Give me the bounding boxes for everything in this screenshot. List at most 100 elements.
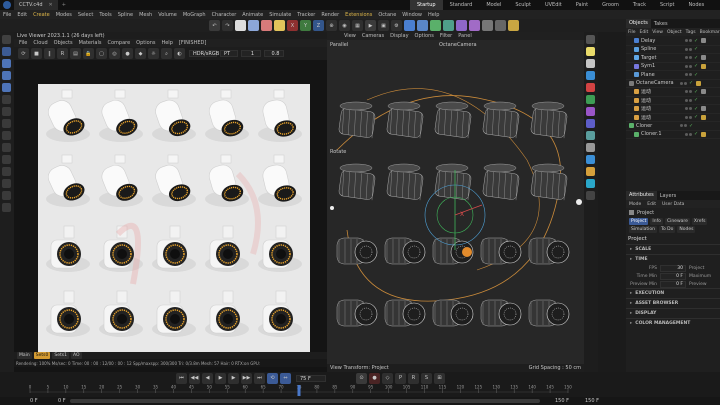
cube-icon[interactable]	[404, 20, 415, 31]
zoom-icon[interactable]: ⌕	[161, 48, 172, 59]
next-frame-icon[interactable]: ▶	[228, 372, 239, 384]
attributes-menu-item-2[interactable]: User Data	[659, 202, 687, 207]
timeline-ruler[interactable]: 0510152025303540455055606570758085909510…	[0, 384, 720, 397]
render-toggle-icon[interactable]	[689, 132, 692, 136]
coordinate-system-icon[interactable]: ⊕	[326, 20, 337, 31]
key-position-icon[interactable]: P	[395, 372, 406, 384]
range-start2-field[interactable]: 0 F	[58, 398, 66, 404]
render-toggle-icon[interactable]	[689, 90, 692, 94]
object-tag-icon[interactable]	[701, 89, 707, 95]
object-row[interactable]: 运动 ✓	[626, 105, 720, 114]
object-tag-icon[interactable]	[701, 106, 707, 112]
lv-menu-item-7[interactable]: [FINISHED]	[176, 40, 209, 46]
menu-item-17[interactable]: Window	[399, 12, 425, 18]
menu-item-9[interactable]: MoGraph	[180, 12, 209, 18]
object-row[interactable]: OctaneCamera ✓	[626, 80, 720, 88]
axis-x-icon[interactable]: X	[287, 20, 298, 31]
objects-menu-item-4[interactable]: Tags	[684, 30, 698, 35]
octane-tag-icon[interactable]	[586, 95, 595, 104]
render-toggle-icon[interactable]	[689, 47, 692, 51]
object-tag-icon[interactable]	[701, 131, 707, 137]
enabled-check-icon[interactable]: ✓	[694, 55, 698, 61]
object-tag-icon[interactable]	[701, 63, 707, 69]
lv-menu-item-4[interactable]: Compare	[104, 40, 133, 46]
value-field-1[interactable]: 1	[241, 50, 261, 57]
octane-camera-icon[interactable]	[586, 83, 595, 92]
viewport-canvas[interactable]: X	[327, 40, 584, 364]
menu-item-15[interactable]: Extensions	[342, 12, 375, 18]
value-field-2[interactable]: 0.8	[264, 50, 284, 57]
range-slider[interactable]	[70, 399, 540, 403]
render-pass-tab-3[interactable]: AO	[70, 352, 82, 359]
octane-vdb-icon[interactable]	[586, 119, 595, 128]
field-icon[interactable]	[456, 20, 467, 31]
render-toggle-icon[interactable]	[684, 124, 687, 128]
visibility-toggle-icon[interactable]	[680, 124, 683, 128]
camera-icon[interactable]	[495, 20, 506, 31]
visibility-toggle-icon[interactable]	[680, 81, 683, 85]
object-tag-icon[interactable]	[701, 38, 707, 44]
subdivision-icon[interactable]	[430, 20, 441, 31]
scale-tool-icon[interactable]	[2, 71, 11, 80]
objects-menu-item-0[interactable]: File	[626, 30, 638, 35]
clay-mode-icon[interactable]: ◐	[174, 48, 185, 59]
objects-menu-item-5[interactable]: Bookmarks	[698, 30, 720, 35]
visibility-toggle-icon[interactable]	[685, 64, 688, 68]
octane-material-icon[interactable]	[586, 47, 595, 56]
menu-item-4[interactable]: Select	[75, 12, 96, 18]
key-param-icon[interactable]: ⊞	[434, 372, 445, 384]
render-toggle-icon[interactable]	[689, 56, 692, 60]
object-row[interactable]: Cloner ✓	[626, 122, 720, 131]
objects-menu-item-2[interactable]: View	[650, 30, 665, 35]
current-frame-field[interactable]: 75 F	[296, 374, 326, 382]
focus-pick-icon[interactable]: ◎	[109, 48, 120, 59]
enabled-check-icon[interactable]: ✓	[694, 46, 698, 52]
move-icon[interactable]	[248, 20, 259, 31]
attribute-subtab-1[interactable]: Info	[650, 218, 663, 225]
undo-icon[interactable]: ↶	[209, 20, 220, 31]
octane-sky-icon[interactable]	[586, 155, 595, 164]
menu-item-1[interactable]: Edit	[14, 12, 30, 18]
menu-item-10[interactable]: Character	[209, 12, 240, 18]
axis-y-icon[interactable]: Y	[300, 20, 311, 31]
object-row[interactable]: 运动 ✓	[626, 97, 720, 105]
enabled-check-icon[interactable]: ✓	[694, 63, 698, 69]
deformer-icon[interactable]	[469, 20, 480, 31]
loop-icon[interactable]: ⟲	[267, 372, 278, 384]
object-tag-icon[interactable]	[701, 114, 707, 120]
cloner-icon[interactable]	[443, 20, 454, 31]
render-toggle-icon[interactable]	[689, 107, 692, 111]
range-end-field[interactable]: 150 F	[555, 398, 569, 404]
lv-menu-item-2[interactable]: Objects	[51, 40, 76, 46]
layout-tab-7[interactable]: Track	[626, 2, 653, 8]
octane-texture-icon[interactable]	[586, 167, 595, 176]
polygons-mode-icon[interactable]	[2, 119, 11, 128]
key-scale-icon[interactable]: S	[421, 372, 432, 384]
render-mode-select[interactable]: PT	[220, 50, 238, 57]
render-settings-icon[interactable]: ⚙	[391, 20, 402, 31]
enabled-check-icon[interactable]: ✓	[694, 114, 698, 120]
attribute-section[interactable]: ▸ EXECUTION	[626, 288, 720, 298]
model-mode-icon[interactable]	[2, 35, 11, 44]
visibility-toggle-icon[interactable]	[685, 107, 688, 111]
objects-menu-item-3[interactable]: Object	[665, 30, 684, 35]
move-tool-icon[interactable]	[2, 59, 11, 68]
live-selection-icon[interactable]	[235, 20, 246, 31]
goto-end-icon[interactable]: ⏭	[254, 372, 265, 384]
render-view-icon[interactable]: ▶	[365, 20, 376, 31]
object-row[interactable]: Delay ✓	[626, 37, 720, 46]
snap-icon[interactable]: ◉	[339, 20, 350, 31]
key-rotation-icon[interactable]: R	[408, 372, 419, 384]
snap-tool-icon[interactable]	[2, 179, 11, 188]
menu-item-3[interactable]: Modes	[53, 12, 75, 18]
object-row[interactable]: Sym1 ✓	[626, 63, 720, 71]
record-icon[interactable]: ⊙	[356, 372, 367, 384]
playhead[interactable]	[297, 385, 301, 396]
render-pass-tab-1[interactable]: Sets0	[33, 352, 51, 359]
objects-tab-0[interactable]: Objects	[626, 19, 651, 28]
render-pass-tab-2[interactable]: Sets1	[52, 352, 69, 359]
attribute-field-input[interactable]: 0 F	[660, 272, 686, 280]
render-toggle-icon[interactable]	[689, 98, 692, 102]
next-key-icon[interactable]: ▶▶	[241, 372, 252, 384]
menu-item-16[interactable]: Octane	[375, 12, 399, 18]
